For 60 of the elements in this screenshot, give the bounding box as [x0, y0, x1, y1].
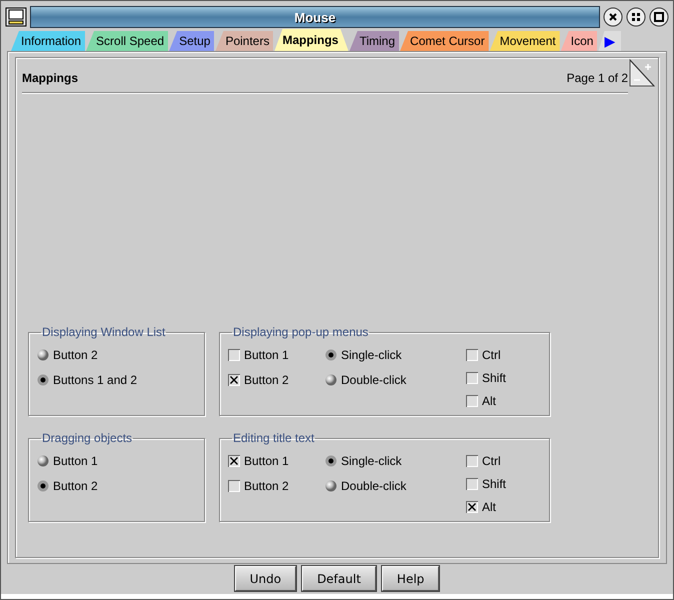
checkbox[interactable]: [466, 501, 478, 513]
radio-button[interactable]: [37, 349, 49, 361]
page-title: Mappings: [22, 71, 78, 85]
tab[interactable]: Scroll Speed: [86, 31, 168, 51]
option-label: Double-click: [341, 373, 406, 387]
tab[interactable]: Mappings: [274, 29, 348, 51]
tab[interactable]: Setup: [169, 31, 214, 51]
checkbox[interactable]: [466, 372, 478, 384]
group-title: Displaying pop-up menus: [232, 326, 370, 338]
option-label: Ctrl: [482, 348, 501, 362]
close-icon[interactable]: [603, 7, 623, 27]
option-label: Button 2: [244, 373, 289, 387]
maximize-icon[interactable]: [649, 7, 669, 27]
tab[interactable]: Icon: [560, 31, 598, 51]
option-label: Button 1: [244, 454, 289, 468]
dialog-button[interactable]: Undo: [234, 566, 296, 591]
window-title: Mouse: [30, 6, 600, 28]
option-label: Button 2: [53, 348, 98, 362]
tab[interactable]: Information: [11, 31, 86, 51]
option-label: Button 1: [244, 348, 289, 362]
dialog-button[interactable]: Default: [302, 566, 376, 591]
radio-button[interactable]: [37, 480, 49, 492]
checkbox[interactable]: [228, 455, 240, 467]
radio-button[interactable]: [325, 455, 337, 467]
tab[interactable]: Timing: [349, 31, 400, 51]
checkbox[interactable]: [466, 349, 478, 361]
option-label: Single-click: [341, 454, 402, 468]
option-label: Shift: [482, 371, 506, 385]
option-label: Single-click: [341, 348, 402, 362]
group-title: Dragging objects: [41, 432, 134, 444]
page-turn-icon[interactable]: [628, 58, 656, 88]
radio-button[interactable]: [325, 480, 337, 492]
option-label: Ctrl: [482, 454, 501, 468]
checkbox[interactable]: [466, 455, 478, 467]
minimize-icon[interactable]: [626, 7, 646, 27]
tab[interactable]: Comet Cursor: [400, 31, 489, 51]
group-title: Editing title text: [232, 432, 316, 444]
option-label: Button 2: [244, 479, 289, 493]
checkbox[interactable]: [228, 349, 240, 361]
option-label: Double-click: [341, 479, 406, 493]
option-label: Alt: [482, 500, 496, 514]
checkbox[interactable]: [466, 478, 478, 490]
system-menu-icon[interactable]: [5, 7, 27, 27]
option-label: Shift: [482, 477, 506, 491]
checkbox[interactable]: [228, 480, 240, 492]
group-title: Displaying Window List: [41, 326, 166, 338]
option-label: Button 2: [53, 479, 98, 493]
radio-button[interactable]: [325, 349, 337, 361]
dialog-button[interactable]: Help: [382, 566, 440, 591]
checkbox[interactable]: [466, 395, 478, 407]
page-number: Page 1 of 2: [566, 71, 628, 85]
radio-button[interactable]: [37, 374, 49, 386]
option-label: Button 1: [53, 454, 98, 468]
option-label: Buttons 1 and 2: [53, 373, 138, 387]
checkbox[interactable]: [228, 374, 240, 386]
tab[interactable]: Movement: [490, 31, 560, 51]
option-label: Alt: [482, 394, 496, 408]
tab[interactable]: Pointers: [215, 31, 274, 51]
radio-button[interactable]: [37, 455, 49, 467]
radio-button[interactable]: [325, 374, 337, 386]
